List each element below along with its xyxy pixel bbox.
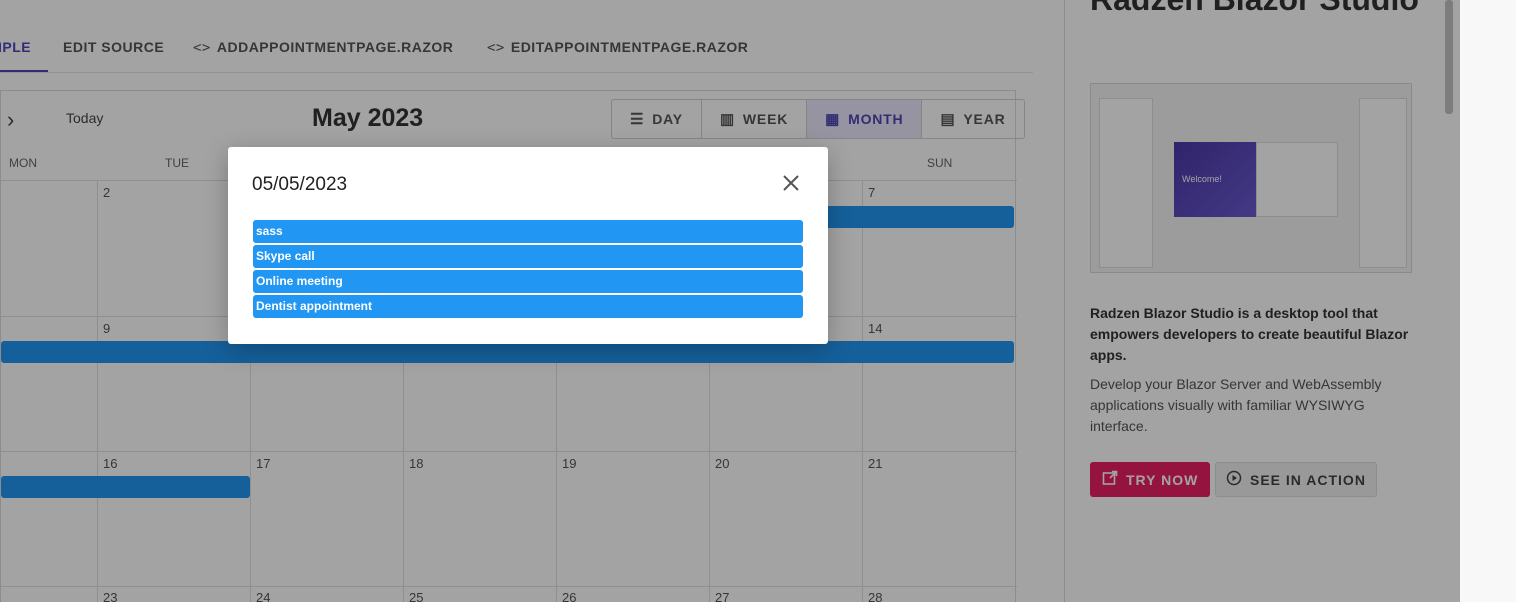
appointment-item[interactable]: Skype call [253, 245, 803, 268]
appointment-item[interactable]: sass [253, 220, 803, 243]
appointment-item[interactable]: Dentist appointment [253, 295, 803, 318]
dialog-title: 05/05/2023 [252, 174, 348, 195]
day-appointments-dialog: 05/05/2023 sass Skype call Online meetin… [228, 147, 828, 344]
page-scroll-gutter [1460, 0, 1516, 602]
close-icon[interactable] [779, 171, 803, 195]
appointment-item[interactable]: Online meeting [253, 270, 803, 293]
